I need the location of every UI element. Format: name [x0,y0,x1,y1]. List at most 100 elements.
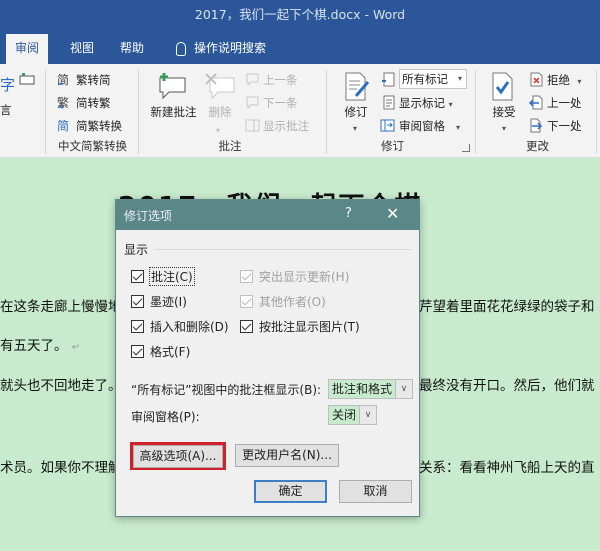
delete-comment-button[interactable]: 删除 [205,104,235,120]
chevron-down-icon: ▾ [577,77,582,86]
chevron-down-icon: ▾ [455,123,460,132]
tell-me-search[interactable]: 操作说明搜索 [174,34,268,64]
tab-help[interactable]: 帮助 [118,34,146,64]
document-line: 芹望着里面花花绿绿的袋子和 [419,299,595,315]
trad-to-simp-icon: 简 [57,73,69,87]
accept-icon [492,72,513,101]
reject-label: 拒绝 [547,73,570,87]
word-count-partial[interactable]: 字 [0,74,15,95]
close-icon[interactable]: ✕ [386,204,399,223]
checkbox-icon[interactable] [131,345,144,358]
document-line: 最终没有开口。然后，他们就 [419,378,595,394]
language-partial[interactable]: 言 [0,102,12,118]
balloons-select[interactable]: 批注和格式 ∨ [328,379,414,399]
tab-view[interactable]: 视图 [68,34,96,64]
show-comments-button[interactable]: 显示批注 [263,118,309,134]
checkbox-icon[interactable] [131,320,144,333]
group-label-tracking: 修订 [381,139,404,153]
checkbox-icon [240,295,253,308]
balloons-select-value: 批注和格式 [329,380,396,398]
dialog-launcher-icon[interactable] [462,144,470,152]
document-line: 关系：看看神州飞船上天的直 [419,460,595,476]
checkbox-insertions-deletions[interactable]: 插入和删除(D) [131,318,229,335]
reviewing-pane-select[interactable]: 关闭 ∨ [328,405,378,425]
paragraph-mark-icon: ↵ [71,342,81,353]
ribbon: 字 言 简 繁转简 繁 简转繁 简 简繁转换 中文简繁转换 新建批注 删除 ▾ … [0,64,600,158]
section-divider [154,249,412,250]
new-comment-button[interactable]: 新建批注 [146,104,201,120]
cancel-button[interactable]: 取消 [339,480,412,503]
trad-to-simp-button[interactable]: 繁转简 [76,72,111,88]
reviewing-pane-label: 审阅窗格(P): [131,410,200,424]
convert-button[interactable]: 简繁转换 [76,118,122,134]
simp-to-trad-button[interactable]: 简转繁 [76,95,111,111]
previous-change-button[interactable]: 上一处 [547,95,582,111]
dialog-title-bar[interactable]: 修订选项 ? ✕ [116,200,419,230]
document-line-text: 有五天了。 [0,338,68,354]
show-markup-label: 显示标记 [399,96,445,110]
accept-button[interactable]: 接受 [489,104,519,120]
group-label-changes: 更改 [526,139,549,153]
checkbox-ink[interactable]: 墨迹(I) [131,293,187,310]
change-user-name-button[interactable]: 更改用户名(N)... [235,444,339,467]
markup-select[interactable]: 所有标记 ▾ [399,69,467,89]
markup-select-value: 所有标记 [402,72,448,86]
checkbox-comments[interactable]: 批注(C) [131,267,195,286]
reviewing-pane-button[interactable]: 审阅窗格 ▾ [399,118,460,134]
show-markup-button[interactable]: 显示标记 ▾ [399,95,453,111]
tell-me-label: 操作说明搜索 [194,41,267,55]
dialog-title: 修订选项 [124,209,173,223]
next-comment-button[interactable]: 下一条 [263,95,298,111]
reject-button[interactable]: 拒绝 ▾ [547,72,581,88]
separator [596,70,597,154]
show-markup-icon [383,95,395,110]
checkbox-icon [240,270,253,283]
balloons-label: “所有标记”视图中的批注框显示(B): [131,383,322,397]
checkbox-icon[interactable] [240,320,253,333]
show-comments-icon [245,119,260,132]
checkbox-label: 突出显示更新(H) [259,270,350,284]
ok-button[interactable]: 确定 [254,480,327,503]
advanced-options-button[interactable]: 高级选项(A)... [133,445,223,468]
group-label-chinese: 中文简繁转换 [58,139,127,153]
chevron-down-icon: ∨ [359,406,377,424]
help-icon[interactable]: ? [345,206,352,221]
checkbox-label: 批注(C) [149,267,195,286]
convert-icon: 简 [57,119,69,133]
document-line: 在这条走廊上慢慢地 [0,299,122,315]
previous-comment-button[interactable]: 上一条 [263,72,298,88]
keyboard-icon[interactable] [19,73,35,85]
checkbox-icon[interactable] [131,295,144,308]
delete-comment-icon [205,73,235,100]
title-bar: 2017，我们一起下个棋.docx - Word [0,0,600,34]
checkbox-other-authors: 其他作者(O) [240,293,326,310]
checkbox-highlight-updates: 突出显示更新(H) [240,268,349,285]
track-changes-icon [345,72,370,101]
checkbox-label: 格式(F) [150,345,191,359]
checkbox-label: 按批注显示图片(T) [259,320,360,334]
svg-text:简: 简 [57,119,69,133]
track-changes-options-dialog: 修订选项 ? ✕ 显示 批注(C) 突出显示更新(H) 墨迹(I) 其他作者(O… [115,199,420,517]
reviewing-pane-select-value: 关闭 [329,406,360,424]
group-label-comments: 批注 [218,139,242,153]
chevron-down-icon: ▾ [353,124,358,133]
new-comment-icon [159,73,186,100]
next-change-button[interactable]: 下一处 [547,118,582,134]
track-changes-button[interactable]: 修订 [340,104,372,120]
checkbox-pictures-by-comments[interactable]: 按批注显示图片(T) [240,318,360,335]
svg-text:简: 简 [57,73,69,87]
separator [45,70,46,154]
reviewing-pane-icon [380,119,395,132]
chevron-down-icon: ▾ [448,100,453,109]
separator [475,70,476,154]
chevron-down-icon: ▾ [457,74,462,83]
tab-review[interactable]: 审阅 [6,34,48,64]
checkbox-formatting[interactable]: 格式(F) [131,343,190,360]
lightbulb-icon [176,41,186,56]
chevron-down-icon: ▾ [502,124,507,133]
separator [326,70,327,154]
chevron-down-icon: ▾ [216,126,221,135]
checkbox-icon[interactable] [131,270,144,283]
checkbox-label: 插入和删除(D) [150,320,229,334]
simp-to-trad-icon: 繁 [57,95,69,110]
